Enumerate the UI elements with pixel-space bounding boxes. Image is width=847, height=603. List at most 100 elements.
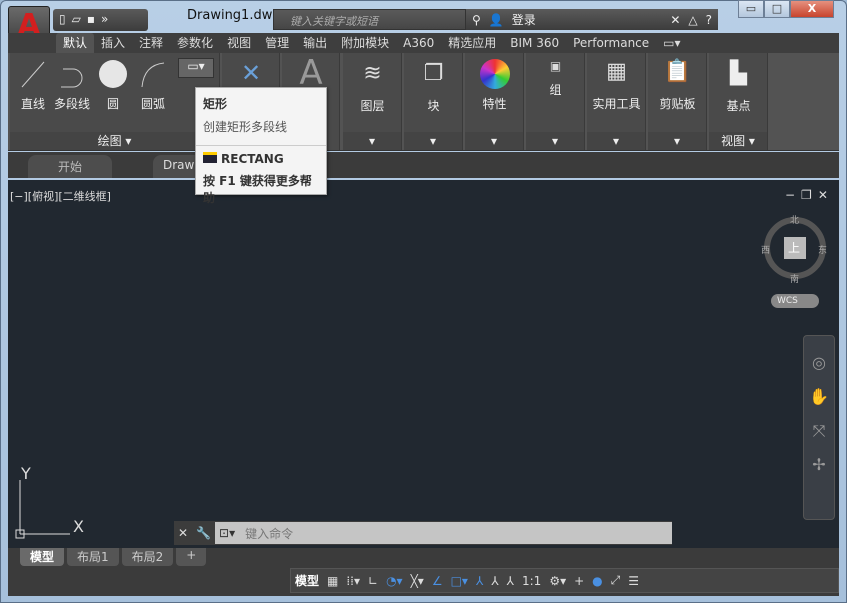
group-icon: ▣: [549, 59, 562, 73]
tooltip-title: 矩形: [203, 97, 228, 111]
ribbon: 直线 多段线 圆 圆弧 ▭▾ 绘图 ▾ ✕ A ≋ 图层 ▾ ❐ 块 ▾ 特性 ▾ ▣ 组 ▾…: [8, 53, 839, 151]
wcs-menu[interactable]: WCS: [771, 294, 819, 308]
search-input[interactable]: 键入关键字或短语: [273, 9, 466, 30]
circle-icon: [99, 60, 127, 88]
command-prompt-icon[interactable]: ⊡▾: [215, 522, 240, 544]
modify-icon[interactable]: ✕: [236, 59, 266, 87]
annotation-scale-select[interactable]: 1:1: [522, 574, 541, 588]
minimize-button[interactable]: ▭: [738, 0, 764, 18]
object-snap-icon[interactable]: □▾: [451, 574, 468, 588]
fullscreen-icon[interactable]: ⤢: [611, 573, 621, 588]
compass-south[interactable]: 南: [790, 272, 799, 285]
tab-performance[interactable]: Performance: [566, 33, 656, 53]
view-panel-label[interactable]: 视图 ▾: [709, 132, 767, 150]
tab-manage[interactable]: 管理: [258, 33, 296, 53]
compass-north[interactable]: 北: [790, 213, 799, 226]
a360-icon[interactable]: △: [688, 13, 697, 27]
basepoint-icon: ▙: [730, 61, 747, 86]
draw-panel-label[interactable]: 绘图 ▾: [10, 132, 219, 150]
command-input[interactable]: 键入命令: [239, 522, 672, 544]
annotation-visibility-icon[interactable]: ⅄: [476, 574, 483, 588]
model-space-button[interactable]: 模型: [295, 572, 319, 589]
tab-output[interactable]: 输出: [296, 33, 334, 53]
customize-menu-icon[interactable]: ☰: [628, 574, 639, 588]
ribbon-toggle-icon[interactable]: ▭▾: [656, 33, 687, 53]
rectangle-tool[interactable]: ▭▾: [178, 58, 214, 78]
layout-tab-layout1[interactable]: 布局1: [67, 548, 119, 566]
object-snap-tracking-icon[interactable]: ∠: [432, 574, 443, 588]
window-title: Drawing1.dwg: [187, 8, 281, 23]
ortho-icon[interactable]: ∟: [368, 574, 378, 588]
tooltip-description: 创建矩形多段线: [203, 120, 288, 134]
snap-icon[interactable]: ⁞⁞▾: [346, 574, 360, 588]
tab-parametric[interactable]: 参数化: [170, 33, 220, 53]
doc-tab-start[interactable]: 开始: [28, 155, 113, 178]
view-panel[interactable]: ▙ 基点 视图 ▾: [709, 53, 768, 150]
add-layout-button[interactable]: +: [176, 548, 207, 566]
block-icon: ❐: [423, 61, 444, 86]
exchange-icon[interactable]: ✕: [670, 13, 680, 27]
arc-tool[interactable]: 圆弧: [136, 59, 170, 112]
circle-tool[interactable]: 圆: [96, 59, 130, 112]
zoom-extents-icon[interactable]: ⤧: [804, 414, 834, 448]
properties-panel[interactable]: 特性 ▾: [465, 53, 524, 150]
layers-icon: ≋: [363, 61, 382, 86]
calculator-icon: ▦: [606, 59, 627, 84]
pan-icon[interactable]: ✋: [804, 380, 834, 414]
user-icon: 👤: [488, 12, 504, 27]
tab-default[interactable]: 默认: [56, 33, 95, 53]
isolate-objects-icon[interactable]: ●: [592, 574, 602, 588]
viewcube-top-label: 上: [788, 241, 801, 255]
command-icon: [203, 152, 217, 163]
draw-panel: 直线 多段线 圆 圆弧 ▭▾ 绘图 ▾: [10, 53, 220, 150]
layers-panel[interactable]: ≋ 图层 ▾: [343, 53, 402, 150]
steering-wheel-icon[interactable]: ◎: [804, 346, 834, 380]
close-command-icon[interactable]: ✕: [174, 526, 192, 540]
isodraft-icon[interactable]: ╳▾: [411, 574, 424, 588]
annotation-scale-icon[interactable]: ⅄: [507, 574, 514, 588]
customize-wrench-icon[interactable]: 🔧: [192, 526, 215, 540]
command-line: ✕ 🔧 ⊡▾ 键入命令: [174, 521, 672, 545]
polyline-icon: [61, 68, 83, 88]
polyline-tool[interactable]: 多段线: [52, 59, 92, 112]
login-button[interactable]: 登录: [512, 11, 536, 28]
tab-insert[interactable]: 插入: [94, 33, 132, 53]
grid-icon[interactable]: ▦: [327, 574, 338, 588]
clipboard-icon: 📋: [663, 59, 692, 84]
drawing-canvas[interactable]: [8, 180, 839, 548]
layout-tab-model[interactable]: 模型: [20, 548, 65, 566]
block-panel[interactable]: ❐ 块 ▾: [404, 53, 463, 150]
layout-tab-layout2[interactable]: 布局2: [121, 548, 174, 566]
group-panel[interactable]: ▣ 组 ▾: [526, 53, 585, 150]
ucs-y-label: Y: [21, 464, 31, 483]
tab-a360[interactable]: A360: [396, 33, 441, 53]
annotation-monitor-icon[interactable]: +: [574, 574, 584, 588]
orbit-icon[interactable]: ✢: [804, 448, 834, 482]
open-icon[interactable]: ▱: [72, 12, 81, 28]
compass-west[interactable]: 西: [761, 243, 770, 256]
line-tool[interactable]: 直线: [16, 59, 50, 112]
viewport-controls[interactable]: [−][俯视][二维线框]: [10, 188, 111, 204]
tab-addins[interactable]: 附加模块: [334, 33, 396, 53]
workspace-gear-icon[interactable]: ⚙▾: [549, 574, 566, 588]
polar-icon[interactable]: ◔▾: [386, 574, 403, 588]
close-button[interactable]: X: [790, 0, 834, 18]
tab-annotate[interactable]: 注释: [132, 33, 170, 53]
clipboard-panel[interactable]: 📋 剪贴板 ▾: [648, 53, 707, 150]
auto-scale-icon[interactable]: ⅄: [491, 574, 498, 588]
viewport-window-controls[interactable]: −❐✕: [785, 188, 834, 202]
color-wheel-icon: [479, 59, 510, 89]
tab-featured-apps[interactable]: 精选应用: [441, 33, 503, 53]
utilities-panel[interactable]: ▦ 实用工具 ▾: [587, 53, 646, 150]
new-icon[interactable]: ▯: [59, 12, 66, 28]
rectangle-icon: ▭▾: [187, 59, 205, 73]
save-icon[interactable]: ▪: [87, 12, 95, 28]
compass-east[interactable]: 东: [818, 243, 827, 256]
help-icon[interactable]: ?: [706, 13, 712, 27]
more-icon[interactable]: »: [101, 12, 108, 28]
tab-view[interactable]: 视图: [220, 33, 258, 53]
binoculars-icon[interactable]: ⚲: [472, 13, 481, 27]
maximize-button[interactable]: □: [764, 0, 790, 18]
document-tabs: 开始 Drawing1: [8, 152, 839, 178]
tab-bim360[interactable]: BIM 360: [503, 33, 566, 53]
